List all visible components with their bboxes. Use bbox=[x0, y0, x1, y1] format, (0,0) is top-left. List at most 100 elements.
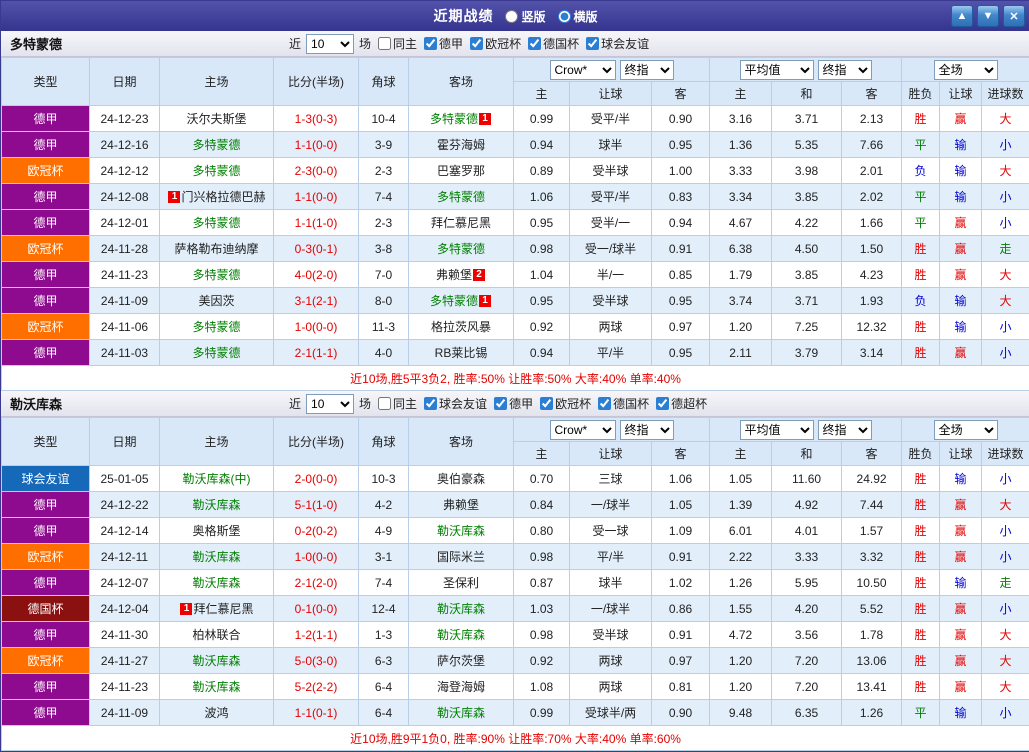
result-handicap: 赢 bbox=[940, 596, 982, 622]
bookmaker-select[interactable]: Crow* bbox=[550, 60, 616, 80]
sub-column-header: 和 bbox=[772, 442, 842, 466]
filter-checkbox-item[interactable]: 欧冠杯 bbox=[470, 35, 521, 52]
avg-draw-odds: 3.85 bbox=[772, 184, 842, 210]
filter-checkbox-item[interactable]: 球会友谊 bbox=[424, 395, 487, 412]
odds-home: 1.06 bbox=[514, 184, 570, 210]
final-index-select-2[interactable]: 终指 bbox=[818, 60, 872, 80]
away-team-cell: 勒沃库森 bbox=[409, 518, 514, 544]
filter-checkbox-item[interactable]: 球会友谊 bbox=[586, 35, 649, 52]
team-label: 霍芬海姆 bbox=[437, 138, 485, 152]
avg-away-odds: 1.57 bbox=[842, 518, 902, 544]
match-score: 2-3(0-0) bbox=[274, 158, 359, 184]
match-score: 1-1(0-0) bbox=[274, 132, 359, 158]
team-label: 奥伯豪森 bbox=[437, 472, 485, 486]
recent-count-select[interactable]: 10 bbox=[306, 34, 354, 54]
filter-checkbox[interactable] bbox=[424, 397, 437, 410]
odds-home: 0.94 bbox=[514, 132, 570, 158]
filter-checkbox-item[interactable]: 同主 bbox=[378, 35, 417, 52]
filter-checkbox[interactable] bbox=[378, 397, 391, 410]
filter-checkbox[interactable] bbox=[424, 37, 437, 50]
away-team-cell: 多特蒙德 bbox=[409, 184, 514, 210]
corner-count: 3-9 bbox=[359, 132, 409, 158]
final-index-select[interactable]: 终指 bbox=[620, 420, 674, 440]
odds-home: 0.92 bbox=[514, 648, 570, 674]
result-outcome: 胜 bbox=[902, 262, 940, 288]
layout-radio-horizontal[interactable]: 横版 bbox=[558, 8, 598, 25]
filter-checkbox-item[interactable]: 德国杯 bbox=[598, 395, 649, 412]
home-team-cell: 勒沃库森 bbox=[160, 674, 274, 700]
average-select[interactable]: 平均值 bbox=[740, 60, 814, 80]
match-row: 德甲 24-11-09 美因茨 3-1(2-1) 8-0 多特蒙德1 0.95受… bbox=[2, 288, 1029, 314]
filter-checkbox[interactable] bbox=[540, 397, 553, 410]
layout-radio-vertical[interactable]: 竖版 bbox=[505, 8, 545, 25]
result-goals: 大 bbox=[982, 622, 1029, 648]
filter-checkbox[interactable] bbox=[494, 397, 507, 410]
filter-checkbox[interactable] bbox=[528, 37, 541, 50]
result-handicap: 赢 bbox=[940, 340, 982, 366]
average-select[interactable]: 平均值 bbox=[740, 420, 814, 440]
bookmaker-select[interactable]: Crow* bbox=[550, 420, 616, 440]
odds-home: 0.99 bbox=[514, 700, 570, 726]
filter-checkbox-item[interactable]: 欧冠杯 bbox=[540, 395, 591, 412]
home-team-cell: 萨格勒布迪纳摩 bbox=[160, 236, 274, 262]
home-team-cell: 沃尔夫斯堡 bbox=[160, 106, 274, 132]
section-header: 多特蒙德 近 10 场同主德甲欧冠杯德国杯球会友谊 bbox=[1, 31, 1029, 57]
team-name: 勒沃库森 bbox=[10, 394, 62, 413]
scope-select[interactable]: 全场 bbox=[934, 420, 998, 440]
sub-column-header: 主 bbox=[514, 442, 570, 466]
match-row: 德甲 24-12-23 沃尔夫斯堡 1-3(0-3) 10-4 多特蒙德1 0.… bbox=[2, 106, 1029, 132]
filter-checkbox[interactable] bbox=[598, 397, 611, 410]
match-row: 德甲 24-11-30 柏林联合 1-2(1-1) 1-3 勒沃库森 0.98受… bbox=[2, 622, 1029, 648]
result-handicap: 赢 bbox=[940, 648, 982, 674]
avg-away-odds: 1.66 bbox=[842, 210, 902, 236]
team-label: 巴塞罗那 bbox=[437, 164, 485, 178]
filter-checkbox-item[interactable]: 德甲 bbox=[494, 395, 533, 412]
filter-checkbox[interactable] bbox=[378, 37, 391, 50]
vertical-radio-input[interactable] bbox=[505, 10, 518, 23]
final-index-select-2[interactable]: 终指 bbox=[818, 420, 872, 440]
corner-count: 6-3 bbox=[359, 648, 409, 674]
move-up-button[interactable]: ▲ bbox=[951, 5, 973, 27]
odds-away: 1.00 bbox=[652, 158, 710, 184]
avg-draw-odds: 3.71 bbox=[772, 106, 842, 132]
team-label: 弗赖堡 bbox=[436, 268, 472, 282]
avg-draw-odds: 3.79 bbox=[772, 340, 842, 366]
avg-home-odds: 1.26 bbox=[710, 570, 772, 596]
corner-count: 4-2 bbox=[359, 492, 409, 518]
corner-count: 4-9 bbox=[359, 518, 409, 544]
result-outcome: 胜 bbox=[902, 236, 940, 262]
avg-draw-odds: 3.85 bbox=[772, 262, 842, 288]
column-header: 主场 bbox=[160, 418, 274, 466]
handicap-line: 受半球 bbox=[570, 622, 652, 648]
league-badge: 欧冠杯 bbox=[2, 158, 90, 184]
match-score: 1-0(0-0) bbox=[274, 314, 359, 340]
filter-checkbox-item[interactable]: 同主 bbox=[378, 395, 417, 412]
filter-checkbox-item[interactable]: 德国杯 bbox=[528, 35, 579, 52]
team-label: 拜仁慕尼黑 bbox=[193, 602, 253, 616]
filter-checkbox-item[interactable]: 德超杯 bbox=[656, 395, 707, 412]
avg-home-odds: 1.55 bbox=[710, 596, 772, 622]
result-goals: 大 bbox=[982, 106, 1029, 132]
league-badge: 德甲 bbox=[2, 288, 90, 314]
match-date: 24-11-03 bbox=[90, 340, 160, 366]
team-label: 格拉茨风暴 bbox=[431, 320, 491, 334]
odds-away: 0.91 bbox=[652, 544, 710, 570]
filter-checkbox[interactable] bbox=[586, 37, 599, 50]
avg-home-odds: 9.48 bbox=[710, 700, 772, 726]
filter-checkbox-item[interactable]: 德甲 bbox=[424, 35, 463, 52]
close-button[interactable]: ✕ bbox=[1003, 5, 1025, 27]
handicap-line: 受平/半 bbox=[570, 184, 652, 210]
final-index-select[interactable]: 终指 bbox=[620, 60, 674, 80]
move-down-button[interactable]: ▼ bbox=[977, 5, 999, 27]
odds-away: 0.90 bbox=[652, 106, 710, 132]
filter-checkbox[interactable] bbox=[656, 397, 669, 410]
horizontal-radio-input[interactable] bbox=[558, 10, 571, 23]
filter-checkbox[interactable] bbox=[470, 37, 483, 50]
odds-home: 0.98 bbox=[514, 544, 570, 570]
handicap-line: 平/半 bbox=[570, 340, 652, 366]
recent-count-select[interactable]: 10 bbox=[306, 394, 354, 414]
match-score: 4-0(2-0) bbox=[274, 262, 359, 288]
team-label: 多特蒙德 bbox=[430, 294, 478, 308]
team-label: 国际米兰 bbox=[437, 550, 485, 564]
scope-select[interactable]: 全场 bbox=[934, 60, 998, 80]
